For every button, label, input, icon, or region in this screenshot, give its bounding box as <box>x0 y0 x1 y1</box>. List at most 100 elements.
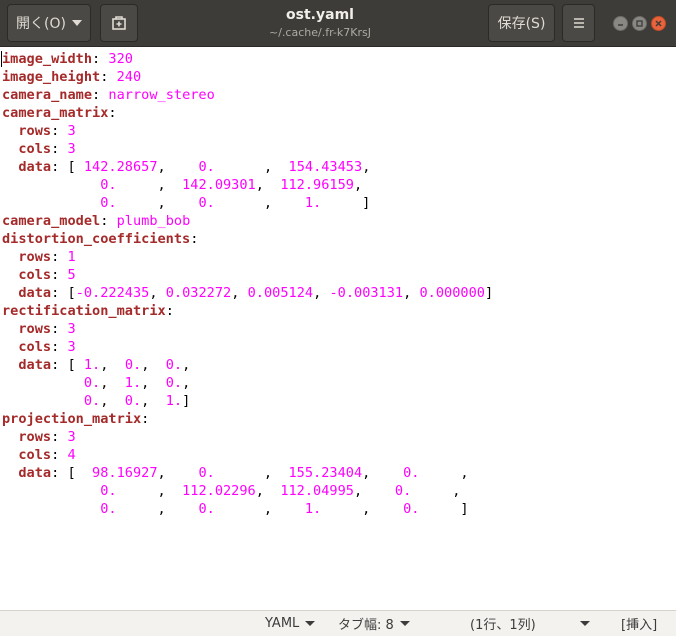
yaml-value: 3 <box>67 429 76 445</box>
yaml-punctuation: , <box>182 357 191 373</box>
new-tab-button[interactable] <box>100 4 138 42</box>
code-line[interactable]: 0., 1., 0., <box>2 374 493 392</box>
yaml-punctuation: : <box>108 105 117 121</box>
code-line[interactable]: rows: 3 <box>2 428 493 446</box>
yaml-value: 98.16927 <box>92 465 158 481</box>
yaml-punctuation: , <box>141 393 166 409</box>
code-line[interactable]: data: [-0.222435, 0.032272, 0.005124, -0… <box>2 284 493 302</box>
window-title: ost.yaml <box>286 7 354 23</box>
menu-button[interactable] <box>562 4 595 42</box>
insert-mode-label: [挿入] <box>621 618 658 633</box>
yaml-value: 155.23404 <box>288 465 363 481</box>
yaml-value: 3 <box>67 123 76 139</box>
yaml-punctuation: ] <box>419 501 469 517</box>
yaml-punctuation: , <box>116 483 183 499</box>
yaml-value: narrow_stereo <box>108 87 215 103</box>
yaml-punctuation: , <box>403 285 420 301</box>
yaml-punctuation <box>2 141 18 157</box>
yaml-punctuation <box>2 429 18 445</box>
insert-mode-indicator[interactable]: [挿入] <box>621 611 657 636</box>
new-tab-icon <box>112 16 126 30</box>
yaml-key: distortion_coefficients <box>2 231 191 247</box>
text-editor-area[interactable]: image_width: 320 image_height: 240 camera_… <box>0 47 676 610</box>
code-line[interactable]: cols: 3 <box>2 338 493 356</box>
yaml-punctuation: , <box>116 195 199 211</box>
code-line[interactable]: 0., 0., 1.] <box>2 392 493 410</box>
yaml-key: rectification_matrix <box>2 303 166 319</box>
yaml-value: 0. <box>83 375 101 391</box>
code-line[interactable]: data: [ 142.28657, 0. , 154.43453, <box>2 158 493 176</box>
code-line[interactable]: projection_matrix: <box>2 410 493 428</box>
code-line[interactable]: 0. , 0. , 1. , 0. ] <box>2 500 493 518</box>
yaml-key: rows <box>18 321 52 337</box>
yaml-punctuation: ] <box>484 285 494 301</box>
code-line[interactable]: 0. , 112.02296, 112.04995, 0. , <box>2 482 493 500</box>
yaml-value: 3 <box>67 339 76 355</box>
yaml-punctuation: , <box>419 465 469 481</box>
code-line[interactable]: cols: 3 <box>2 140 493 158</box>
code-line[interactable]: cols: 5 <box>2 266 493 284</box>
minimize-button[interactable] <box>613 16 628 31</box>
yaml-value: 0. <box>403 501 420 517</box>
yaml-punctuation: ] <box>321 195 371 211</box>
code-line[interactable]: camera_matrix: <box>2 104 493 122</box>
yaml-punctuation: , <box>214 159 289 175</box>
yaml-punctuation: , <box>100 357 125 373</box>
close-button[interactable] <box>651 16 666 31</box>
code-line[interactable]: camera_model: plumb_bob <box>2 212 493 230</box>
code-line[interactable]: rows: 1 <box>2 248 493 266</box>
yaml-punctuation: , <box>353 483 395 499</box>
maximize-icon <box>636 20 643 27</box>
yaml-value: 320 <box>108 51 133 67</box>
yaml-value: 1. <box>304 501 322 517</box>
window-title-area: ost.yaml ~/.cache/.fr-k7KrsJ <box>160 6 480 40</box>
code-line[interactable]: cols: 4 <box>2 446 493 464</box>
code-line[interactable]: 0. , 142.09301, 112.96159, <box>2 176 493 194</box>
yaml-value: -0.222435 <box>75 285 150 301</box>
yaml-value: 0.005124 <box>247 285 314 301</box>
code-line[interactable]: image_height: 240 <box>2 68 493 86</box>
yaml-value: 0. <box>124 357 142 373</box>
code-line[interactable]: camera_name: narrow_stereo <box>2 86 493 104</box>
yaml-punctuation <box>2 357 18 373</box>
tab-width-selector[interactable]: タブ幅: 8 <box>338 611 410 636</box>
yaml-punctuation: , <box>157 159 199 175</box>
code-line[interactable]: distortion_coefficients: <box>2 230 493 248</box>
code-line[interactable]: rows: 3 <box>2 320 493 338</box>
yaml-value: 0.000000 <box>419 285 485 301</box>
save-button[interactable]: 保存(S) <box>488 4 555 42</box>
cursor-position-label: (1行、1列) <box>470 618 536 633</box>
chevron-down-icon <box>399 621 410 626</box>
code-line[interactable]: image_width: 320 <box>2 50 493 68</box>
yaml-key: camera_model <box>2 213 101 229</box>
code-line[interactable]: data: [ 98.16927, 0. , 155.23404, 0. , <box>2 464 493 482</box>
position-dropdown[interactable] <box>580 611 590 636</box>
yaml-punctuation <box>2 159 18 175</box>
code-view[interactable]: image_width: 320 image_height: 240 camera_… <box>2 50 493 518</box>
yaml-value: 0. <box>198 501 215 517</box>
yaml-punctuation: : <box>51 339 68 355</box>
yaml-punctuation: : <box>51 123 68 139</box>
yaml-punctuation: , <box>100 375 125 391</box>
yaml-punctuation: : <box>51 321 68 337</box>
yaml-punctuation: : <box>165 303 174 319</box>
yaml-value: 0. <box>165 375 183 391</box>
yaml-punctuation: , <box>214 195 305 211</box>
cursor-position-selector[interactable]: (1行、1列) <box>470 611 536 636</box>
yaml-key: cols <box>18 447 52 463</box>
yaml-punctuation <box>2 285 18 301</box>
yaml-key: rows <box>18 123 52 139</box>
code-line[interactable]: 0. , 0. , 1. ] <box>2 194 493 212</box>
yaml-punctuation: , <box>141 375 166 391</box>
yaml-punctuation: , <box>362 159 371 175</box>
code-line[interactable]: rectification_matrix: <box>2 302 493 320</box>
maximize-button[interactable] <box>632 16 647 31</box>
yaml-value: 1. <box>165 393 183 409</box>
code-line[interactable]: rows: 3 <box>2 122 493 140</box>
language-selector[interactable]: YAML <box>265 611 316 636</box>
code-line[interactable]: data: [ 1., 0., 0., <box>2 356 493 374</box>
yaml-punctuation: : <box>51 447 68 463</box>
open-button-label: 開く(O) <box>16 16 66 32</box>
yaml-value: 4 <box>67 447 76 463</box>
open-button[interactable]: 開く(O) <box>7 4 91 42</box>
